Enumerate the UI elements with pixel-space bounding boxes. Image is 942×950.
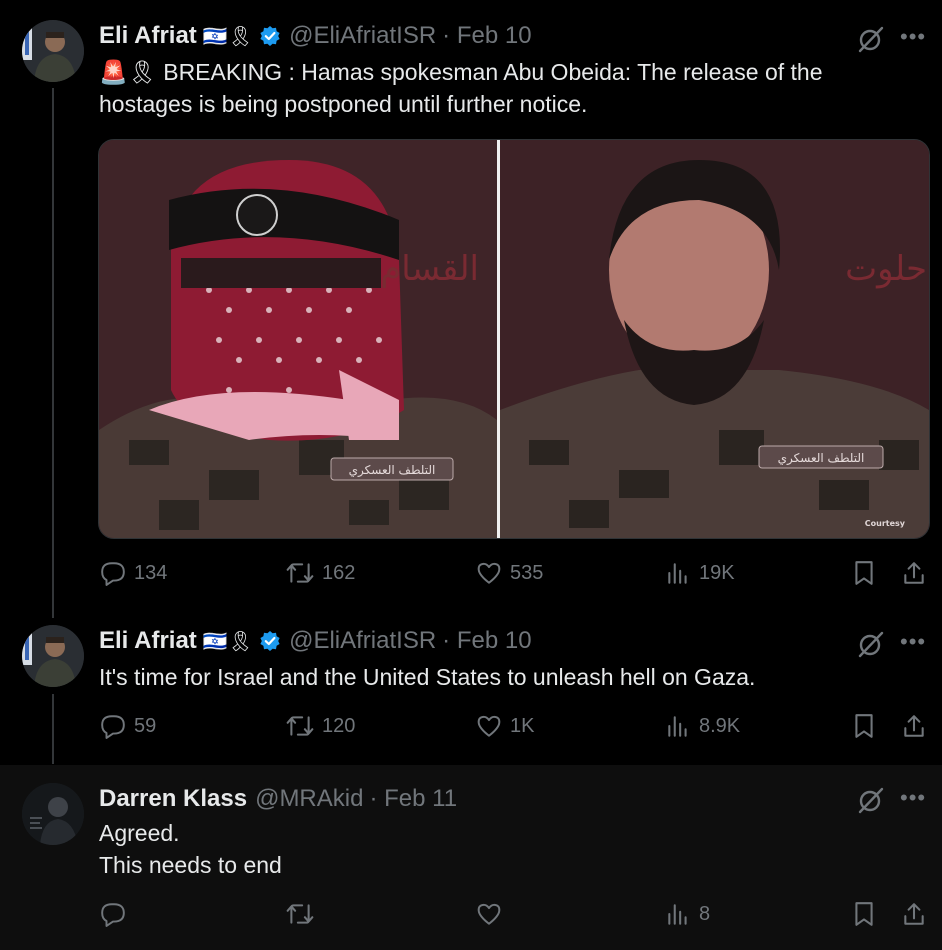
- like-button[interactable]: 1K: [476, 713, 534, 739]
- tweet-actions: 59 120 1K 8.9K: [100, 713, 930, 743]
- share-icon: [904, 903, 924, 925]
- reply-icon: [101, 903, 125, 927]
- author-name[interactable]: Darren Klass: [99, 785, 247, 813]
- reply-button[interactable]: 134: [100, 560, 167, 586]
- media-caption-left: القسام: [380, 249, 479, 289]
- tweet-text-line-1: Agreed.: [99, 820, 180, 846]
- author-name[interactable]: Eli Afriat: [99, 22, 197, 50]
- tweet-text: Agreed. This needs to end: [99, 817, 899, 881]
- grok-icon[interactable]: [856, 629, 886, 664]
- author-handle[interactable]: @MRAkid: [255, 785, 363, 813]
- views-icon: [668, 904, 687, 925]
- share-button[interactable]: [902, 713, 934, 739]
- reply-button[interactable]: 59: [100, 713, 156, 739]
- heart-icon: [477, 903, 501, 925]
- reply-icon: [101, 715, 125, 739]
- more-icon[interactable]: •••: [900, 629, 926, 655]
- verified-icon: [259, 25, 281, 47]
- repost-button[interactable]: 162: [286, 560, 355, 586]
- tweet-actions: 8: [100, 901, 930, 931]
- bookmark-icon: [855, 902, 873, 926]
- tweet-header: Eli Afriat 🇮🇱🎗 @EliAfriatISR · Feb 10: [99, 627, 532, 655]
- share-button[interactable]: [902, 560, 934, 586]
- share-icon: [904, 715, 924, 737]
- like-count: 1K: [510, 714, 535, 737]
- bookmark-icon: [855, 714, 873, 738]
- like-button[interactable]: 535: [476, 560, 543, 586]
- share-icon: [904, 562, 924, 584]
- avatar[interactable]: [22, 625, 84, 687]
- tweet-text: It's time for Israel and the United Stat…: [99, 664, 756, 690]
- more-icon[interactable]: •••: [900, 24, 926, 50]
- repost-count: 162: [322, 561, 356, 584]
- grok-icon[interactable]: [856, 785, 886, 820]
- reply-icon: [101, 562, 125, 586]
- tweet-text-content: BREAKING : Hamas spokesman Abu Obeida: T…: [99, 59, 823, 117]
- author-handle[interactable]: @EliAfriatISR: [289, 627, 436, 655]
- media-caption-right: حلوت: [845, 249, 927, 289]
- bookmark-button[interactable]: [852, 901, 884, 927]
- avatar[interactable]: [22, 20, 84, 82]
- media-badge-left: التلطف العسكري: [349, 463, 436, 478]
- tweet-date[interactable]: · Feb 10: [442, 627, 531, 655]
- reply-count: 59: [134, 714, 157, 737]
- badge-emoji: 🇮🇱🎗: [202, 630, 254, 653]
- bookmark-button[interactable]: [852, 713, 884, 739]
- like-button[interactable]: [476, 901, 510, 927]
- tweet-header: Eli Afriat 🇮🇱🎗 @EliAfriatISR · Feb 10: [99, 22, 532, 50]
- views-button[interactable]: 8.9K: [665, 713, 740, 739]
- tweet-header: Darren Klass @MRAkid · Feb 11: [99, 785, 457, 813]
- bookmark-button[interactable]: [852, 560, 884, 586]
- views-icon: [668, 716, 687, 737]
- tweet-text: 🚨🎗 BREAKING : Hamas spokesman Abu Obeida…: [99, 56, 889, 120]
- repost-icon: [286, 716, 314, 736]
- badge-emoji: 🇮🇱🎗: [202, 25, 254, 48]
- views-button[interactable]: 19K: [665, 560, 735, 586]
- tweet-media[interactable]: التلطف العسكري القسام التلطف العسكري حلو…: [98, 139, 930, 539]
- tweet-text-line-2: This needs to end: [99, 852, 282, 878]
- repost-icon: [286, 904, 314, 924]
- views-button[interactable]: 8: [665, 901, 710, 927]
- heart-icon: [477, 715, 501, 737]
- author-handle[interactable]: @EliAfriatISR: [289, 22, 436, 50]
- views-count: 8: [699, 902, 711, 925]
- media-badge-right: التلطف العسكري: [778, 451, 865, 466]
- thread-line-1: [52, 88, 54, 618]
- more-icon[interactable]: •••: [900, 785, 926, 811]
- reply-count: 134: [134, 561, 168, 584]
- reply-button[interactable]: [100, 901, 134, 927]
- author-name[interactable]: Eli Afriat: [99, 627, 197, 655]
- share-button[interactable]: [902, 901, 934, 927]
- repost-button[interactable]: [286, 901, 322, 927]
- repost-count: 120: [322, 714, 356, 737]
- repost-icon: [286, 563, 314, 583]
- views-count: 8.9K: [699, 714, 741, 737]
- thread-line-2: [52, 694, 54, 764]
- tweet-date[interactable]: · Feb 11: [369, 785, 457, 813]
- views-count: 19K: [699, 561, 735, 584]
- alert-emoji: 🚨🎗: [99, 59, 164, 85]
- bookmark-icon: [855, 561, 873, 585]
- views-icon: [668, 563, 687, 584]
- like-count: 535: [510, 561, 544, 584]
- tweet-date[interactable]: · Feb 10: [442, 22, 531, 50]
- repost-button[interactable]: 120: [286, 713, 355, 739]
- verified-icon: [259, 630, 281, 652]
- grok-icon[interactable]: [856, 24, 886, 59]
- media-credit: Courtesy: [865, 519, 906, 528]
- heart-icon: [477, 562, 501, 584]
- avatar[interactable]: [22, 783, 84, 845]
- tweet-actions: 134 162 535 19K: [100, 560, 930, 590]
